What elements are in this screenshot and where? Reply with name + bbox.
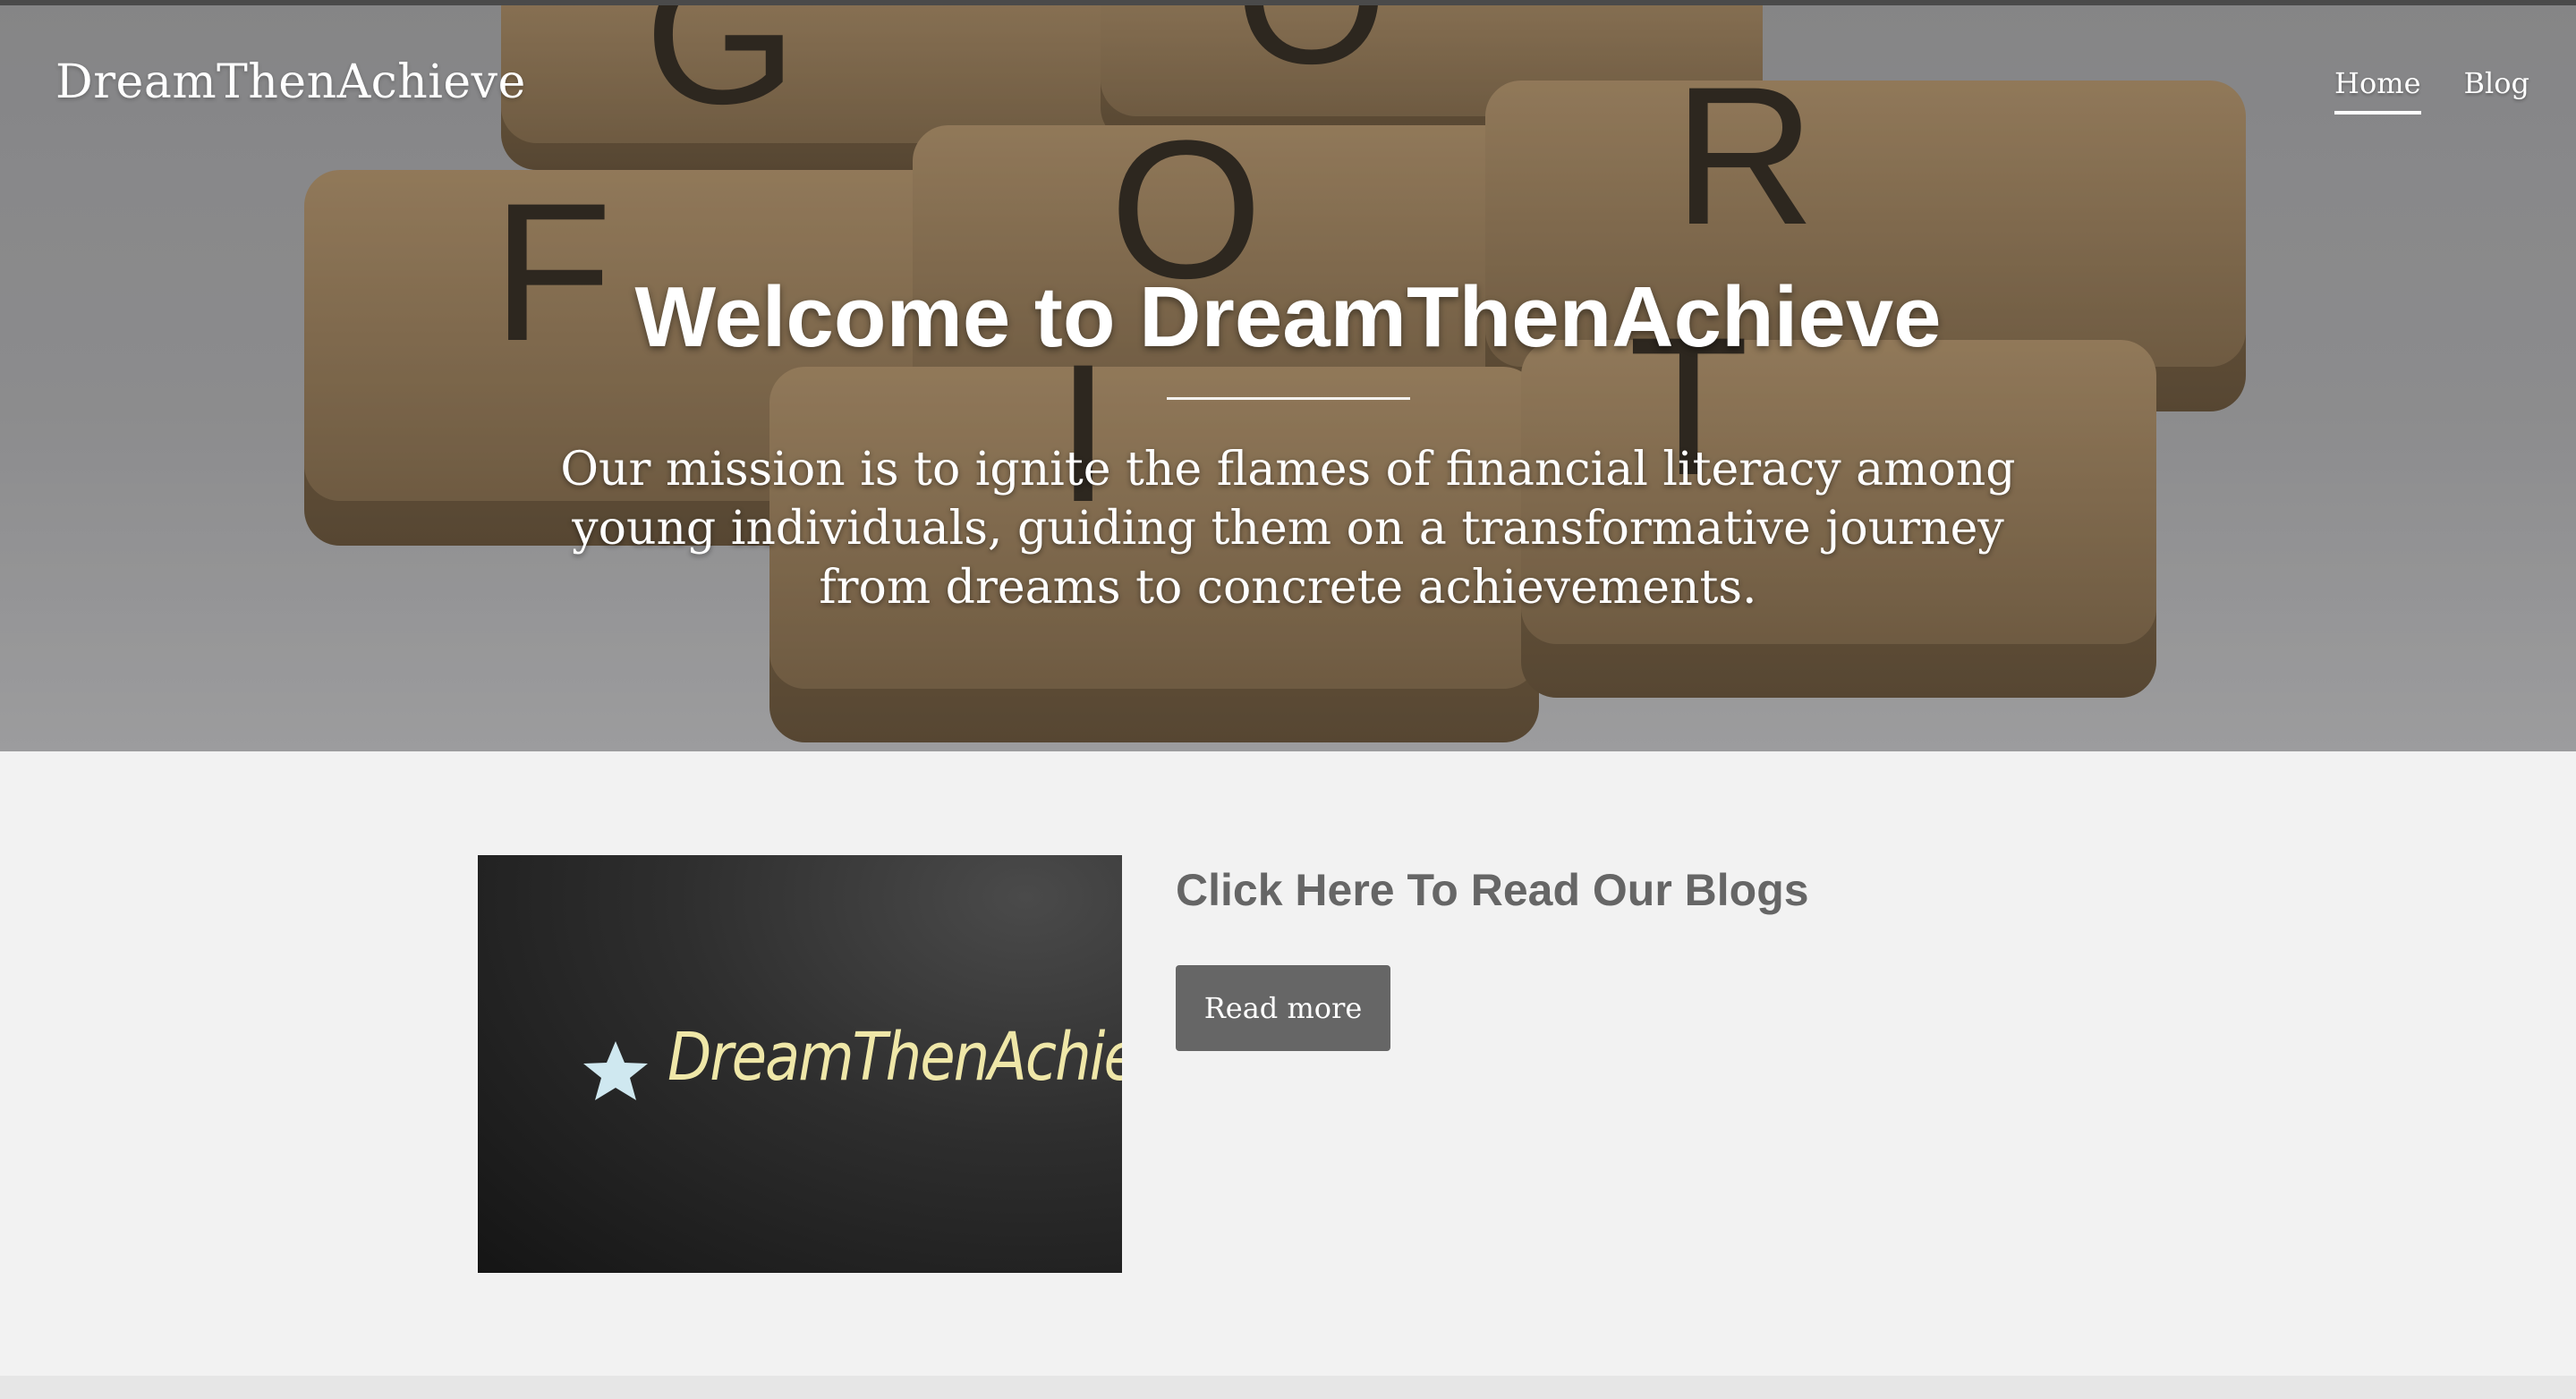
hero-subtitle: Our mission is to ignite the flames of f… <box>560 443 2016 615</box>
blog-feature-image[interactable]: DreamThenAchieve <box>478 855 1122 1273</box>
main-nav: Home Blog <box>2334 66 2529 114</box>
hero-divider <box>1167 397 1410 400</box>
site-brand-link[interactable]: DreamThenAchieve <box>55 55 526 109</box>
hero-title: Welcome to DreamThenAchieve <box>634 269 1942 365</box>
top-border <box>0 0 2576 5</box>
read-more-button[interactable]: Read more <box>1176 965 1390 1051</box>
hero-overlay <box>0 0 2576 751</box>
nav-home-link[interactable]: Home <box>2334 66 2421 114</box>
hero-banner: G O F O R I <box>0 0 2576 751</box>
footer-strip <box>0 1376 2576 1399</box>
blog-image-logo-text: DreamThenAchieve <box>667 1020 1122 1097</box>
blog-feature-title[interactable]: Click Here To Read Our Blogs <box>1176 864 1809 916</box>
nav-blog-link[interactable]: Blog <box>2464 66 2530 114</box>
